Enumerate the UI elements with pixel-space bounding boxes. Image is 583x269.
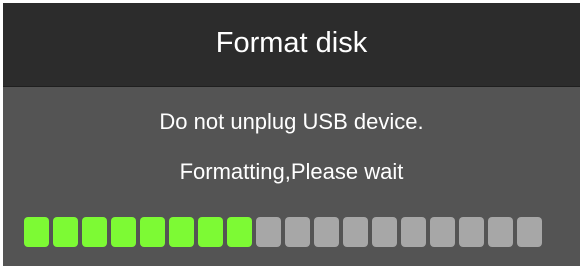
progress-segment-empty xyxy=(285,217,310,247)
progress-segment-filled xyxy=(140,217,165,247)
progress-segment-filled xyxy=(111,217,136,247)
progress-segment-empty xyxy=(343,217,368,247)
progress-segment-filled xyxy=(24,217,49,247)
progress-segment-empty xyxy=(459,217,484,247)
progress-segment-filled xyxy=(53,217,78,247)
progress-segment-empty xyxy=(256,217,281,247)
progress-segment-empty xyxy=(372,217,397,247)
status-message: Formatting,Please wait xyxy=(179,159,404,184)
progress-segment-filled xyxy=(169,217,194,247)
progress-segment-empty xyxy=(517,217,542,247)
progress-segment-empty xyxy=(430,217,455,247)
warning-message: Do not unplug USB device. xyxy=(159,109,424,134)
progress-segment-filled xyxy=(82,217,107,247)
progress-segment-empty xyxy=(314,217,339,247)
format-disk-dialog: Format disk Do not unplug USB device. Fo… xyxy=(3,3,580,266)
progress-segment-filled xyxy=(227,217,252,247)
dialog-title-bar: Format disk xyxy=(3,3,580,87)
progress-segment-empty xyxy=(401,217,426,247)
progress-segment-empty xyxy=(488,217,513,247)
progress-segment-filled xyxy=(198,217,223,247)
format-progress-bar xyxy=(24,217,542,247)
dialog-title: Format disk xyxy=(215,27,368,59)
